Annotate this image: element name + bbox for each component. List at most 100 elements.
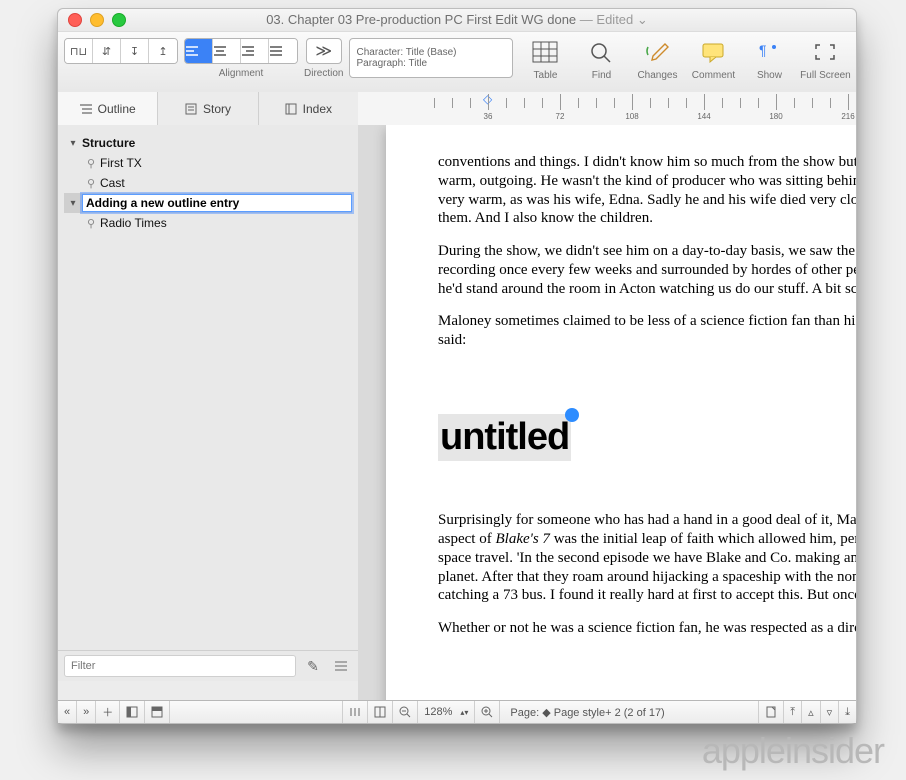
document-page: conventions and things. I didn't know hi…	[386, 125, 856, 701]
fullscreen-icon[interactable]	[801, 38, 849, 66]
traffic-lights	[58, 13, 126, 27]
body-paragraph: Whether or not he was a science fiction …	[438, 619, 856, 638]
align-left-button[interactable]	[185, 39, 213, 63]
sidebar-bottom-bar: ✎	[58, 650, 358, 681]
minimize-window-button[interactable]	[90, 13, 104, 27]
align-right-button[interactable]	[241, 39, 269, 63]
tree-item-radio-times[interactable]: ⚲ Radio Times	[64, 213, 352, 233]
story-tab-icon	[185, 103, 197, 115]
direction-button[interactable]: ≫	[306, 38, 342, 64]
alignment-segmented[interactable]	[184, 38, 298, 64]
find-icon[interactable]	[577, 38, 625, 66]
body-paragraph: During the show, we didn't see him on a …	[438, 242, 856, 298]
body-paragraph: conventions and things. I didn't know hi…	[438, 153, 856, 228]
tree-item-label: Cast	[100, 176, 125, 190]
alignment-label: Alignment	[219, 68, 263, 79]
show-label: Show	[757, 70, 782, 81]
add-button[interactable]: ＋	[96, 701, 120, 723]
app-window: 03. Chapter 03 Pre-production PC First E…	[57, 8, 857, 724]
style-well[interactable]: Character: Title (Base) Paragraph: Title	[349, 38, 513, 78]
body-paragraph: Maloney sometimes claimed to be less of …	[438, 312, 856, 350]
outline-entry-input[interactable]	[82, 194, 352, 212]
nav-prev-fast-button[interactable]: «	[58, 701, 77, 723]
title-bar: 03. Chapter 03 Pre-production PC First E…	[58, 9, 856, 32]
document-title: 03. Chapter 03 Pre-production PC First E…	[266, 12, 576, 27]
outline-tree: ▾ Structure ⚲ First TX ⚲ Cast ▾ ⚲ Radio …	[58, 125, 358, 241]
tree-item-cast[interactable]: ⚲ Cast	[64, 173, 352, 193]
changes-icon[interactable]	[633, 38, 681, 66]
stepper-up-icon[interactable]: ⤒	[784, 701, 802, 723]
ruler-tick-label: 72	[556, 112, 565, 121]
ruler-tick-label: 216	[841, 112, 854, 121]
watermark-text: appleinsider	[702, 730, 884, 772]
tree-item-editing[interactable]: ▾	[64, 193, 352, 213]
view-mode-segmented[interactable]: ⊓⊔ ⇵ ↧ ↥	[64, 38, 178, 64]
changes-label: Changes	[637, 70, 677, 81]
heading-untitled[interactable]: untitled	[438, 384, 856, 492]
horizontal-ruler[interactable]: ◇3672108144180216	[358, 92, 856, 126]
fullscreen-label: Full Screen	[800, 70, 851, 81]
text-caret-handle-icon[interactable]	[565, 408, 579, 422]
stepper-icon[interactable]: ▴▾	[460, 708, 468, 717]
table-icon[interactable]	[521, 38, 569, 66]
tab-story-label: Story	[203, 102, 231, 116]
toolbar: ⊓⊔ ⇵ ↧ ↥ Alignm	[58, 32, 856, 99]
direction-label: Direction	[304, 68, 343, 79]
close-window-button[interactable]	[68, 13, 82, 27]
tree-item-label: First TX	[100, 156, 142, 170]
zoom-value[interactable]: 128%▴▾	[418, 701, 475, 723]
tab-outline-label: Outline	[98, 102, 136, 116]
document-viewport[interactable]: conventions and things. I didn't know hi…	[358, 125, 856, 701]
view-mode-3[interactable]: ↧	[121, 39, 149, 63]
zoom-out-button[interactable]	[393, 701, 418, 723]
view-layout-btn-1[interactable]	[343, 701, 368, 723]
disclosure-triangle-icon[interactable]: ▾	[68, 138, 78, 149]
index-tab-icon	[285, 103, 297, 115]
align-justify-button[interactable]	[269, 39, 297, 63]
zoom-window-button[interactable]	[112, 13, 126, 27]
tree-item-first-tx[interactable]: ⚲ First TX	[64, 153, 352, 173]
sidebar: ▾ Structure ⚲ First TX ⚲ Cast ▾ ⚲ Radio …	[58, 125, 359, 681]
tab-index-label: Index	[303, 102, 332, 116]
character-style-label: Character: Title (Base)	[356, 47, 506, 58]
stepper-prev-icon[interactable]: ▵	[802, 701, 821, 723]
status-bar: « » ＋ 128%▴▾ Page: ◆ Page style+ 2 (2 of…	[58, 700, 856, 723]
tree-item-label: Radio Times	[100, 216, 167, 230]
view-mode-group: ⊓⊔ ⇵ ↧ ↥	[64, 38, 178, 79]
align-center-button[interactable]	[213, 39, 241, 63]
edited-indicator: — Edited	[580, 12, 633, 27]
view-mode-4[interactable]: ↥	[149, 39, 177, 63]
stepper-down-icon[interactable]: ⤓	[839, 701, 856, 723]
page-nav-icon[interactable]	[759, 701, 784, 723]
svg-text:¶: ¶	[759, 42, 767, 58]
nav-next-fast-button[interactable]: »	[77, 701, 96, 723]
view-mode-1[interactable]: ⊓⊔	[65, 39, 93, 63]
stepper-next-icon[interactable]: ▿	[821, 701, 840, 723]
tab-outline[interactable]: Outline	[58, 92, 158, 125]
title-menu-chevron-icon[interactable]: ⌄	[637, 12, 648, 27]
status-spacer-left	[170, 701, 343, 723]
filter-input[interactable]	[64, 655, 296, 677]
tree-root[interactable]: ▾ Structure	[64, 133, 352, 153]
ruler-tick-label: 180	[769, 112, 782, 121]
view-mode-2[interactable]: ⇵	[93, 39, 121, 63]
show-icon[interactable]: ¶	[745, 38, 793, 66]
comment-icon[interactable]	[689, 38, 737, 66]
tab-story[interactable]: Story	[158, 92, 258, 125]
body-paragraph: Surprisingly for someone who has had a h…	[438, 511, 856, 605]
page-indicator[interactable]: Page: ◆ Page style+ 2 (2 of 17)	[500, 701, 759, 723]
outline-tab-icon	[80, 103, 92, 115]
zoom-in-button[interactable]	[475, 701, 500, 723]
view-layout-btn-2[interactable]	[368, 701, 393, 723]
direction-group: ≫ Direction	[304, 38, 343, 79]
sidebar-toggle-2[interactable]	[145, 701, 170, 723]
toolbar-right: Table Find Changes Comment	[519, 38, 851, 81]
disclosure-triangle-icon[interactable]: ▾	[68, 198, 78, 209]
pencil-icon[interactable]: ✎	[302, 656, 324, 676]
sidebar-toggle-1[interactable]	[120, 701, 145, 723]
pin-icon: ⚲	[86, 217, 96, 230]
list-options-icon[interactable]	[330, 656, 352, 676]
window-title: 03. Chapter 03 Pre-production PC First E…	[58, 12, 856, 28]
tab-index[interactable]: Index	[259, 92, 358, 125]
ruler-tick-label: 144	[697, 112, 710, 121]
